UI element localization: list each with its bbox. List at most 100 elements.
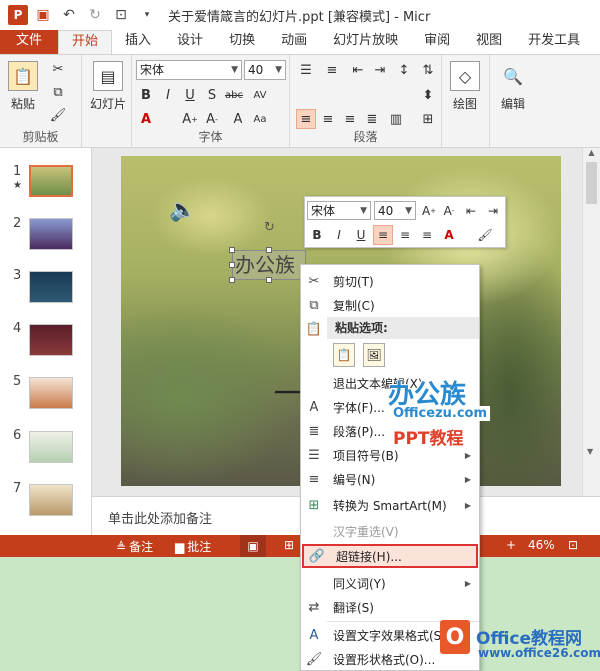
font-name-combo[interactable]: 宋体 ▼ (136, 60, 242, 80)
tab-home[interactable]: 开始 (58, 30, 113, 54)
underline-icon[interactable]: U (180, 85, 200, 105)
underline-icon[interactable]: U (351, 225, 371, 245)
customize-qat-icon[interactable]: ▾ (136, 4, 158, 26)
title-textbox[interactable]: 办公族 (232, 250, 306, 280)
resize-handle[interactable] (229, 277, 235, 283)
tab-file[interactable]: 文件 (0, 30, 59, 54)
font-color-icon[interactable]: A (136, 109, 156, 129)
scroll-thumb[interactable] (586, 162, 597, 204)
tab-view[interactable]: 视图 (463, 30, 515, 54)
save-icon[interactable]: ▣ (32, 4, 54, 26)
increase-font-icon[interactable]: A + (419, 201, 439, 221)
title-bar: P ▣ ↶ ↻ ⊡ ▾ 关于爱情箴言的幻灯片.ppt [兼容模式] - Micr (0, 0, 600, 30)
slide-thumbnail[interactable] (29, 165, 73, 197)
format-painter-icon[interactable]: 🖌 (475, 225, 495, 245)
menu-item-synonyms[interactable]: 同义词(Y) ▶ (301, 571, 479, 595)
slideshow-from-start-icon[interactable]: ⊡ (110, 4, 132, 26)
menu-item-numbering[interactable]: ≡ 编号(N) ▶ (301, 467, 479, 491)
mini-font-name-combo[interactable]: 宋体 ▼ (307, 201, 371, 220)
speaker-icon[interactable]: 🔈 (169, 198, 196, 223)
paste-button[interactable]: 📋 粘贴 (8, 61, 38, 112)
resize-handle[interactable] (229, 262, 235, 268)
menu-item-copy[interactable]: ⧉ 复制(C) (301, 293, 479, 317)
resize-handle[interactable] (266, 247, 272, 253)
decrease-indent-icon[interactable]: ⇤ (348, 60, 368, 80)
bold-icon[interactable]: B (307, 225, 327, 245)
slide-thumbnail[interactable] (29, 484, 73, 516)
tab-insert[interactable]: 插入 (112, 30, 164, 54)
resize-handle[interactable] (266, 277, 272, 283)
columns-icon[interactable]: ▥ (386, 109, 406, 129)
tab-design[interactable]: 设计 (164, 30, 216, 54)
change-case-icon[interactable]: Aa (250, 109, 270, 129)
decrease-font-icon[interactable]: A- (439, 201, 459, 221)
paste-keep-formatting-icon[interactable]: 📋 (333, 343, 355, 367)
resize-handle[interactable] (229, 247, 235, 253)
mini-font-size-combo[interactable]: 40 ▼ (374, 201, 416, 220)
tab-review[interactable]: 审阅 (411, 30, 463, 54)
shadow-icon[interactable]: S (202, 85, 222, 105)
decrease-indent-icon[interactable]: ⇤ (461, 201, 481, 221)
thumb-number: 4 (13, 321, 22, 336)
copy-icon[interactable]: ⧉ (48, 82, 68, 102)
text-direction-icon[interactable]: ⇅ (418, 60, 438, 80)
menu-item-cut[interactable]: ✂ 剪切(T) (301, 269, 479, 293)
align-right-icon[interactable]: ≡ (340, 109, 360, 129)
menu-item-translate[interactable]: ⇄ 翻译(S) (301, 595, 479, 619)
clear-format-icon[interactable]: A (228, 109, 248, 129)
format-painter-icon[interactable]: 🖌 (48, 105, 68, 125)
slide-thumbnail[interactable] (29, 271, 73, 303)
align-center-icon[interactable]: ≡ (318, 109, 338, 129)
align-center-icon[interactable]: ≡ (395, 225, 415, 245)
normal-view-icon[interactable]: ▣ (240, 535, 266, 557)
strikethrough-icon[interactable]: abc (224, 85, 244, 105)
vertical-scrollbar[interactable]: ▲ ▼ (582, 148, 600, 496)
decrease-font-icon[interactable]: A- (202, 109, 222, 129)
editing-button[interactable]: 🔍 编辑 (498, 61, 528, 112)
italic-icon[interactable]: I (158, 85, 178, 105)
slide-thumbnail[interactable] (29, 377, 73, 409)
increase-font-icon[interactable]: A + (180, 109, 200, 129)
scroll-down-icon[interactable]: ▼ (587, 447, 593, 456)
italic-icon[interactable]: I (329, 225, 349, 245)
new-slide-button[interactable]: ▤ 幻灯片 (90, 61, 126, 112)
line-spacing-icon[interactable]: ↕ (394, 60, 414, 80)
zoom-in-icon[interactable]: + (506, 538, 516, 552)
slide-sorter-view-icon[interactable]: ⊞ (284, 538, 294, 552)
tab-animations[interactable]: 动画 (268, 30, 320, 54)
menu-item-hanzi-reconvert[interactable]: 汉字重选(V) (301, 519, 479, 543)
align-right-icon[interactable]: ≡ (417, 225, 437, 245)
tab-slideshow[interactable]: 幻灯片放映 (320, 30, 411, 54)
paste-as-picture-icon[interactable]: 🖼 (363, 343, 385, 367)
font-color-icon[interactable]: A (439, 225, 459, 245)
tab-transitions[interactable]: 切换 (216, 30, 268, 54)
tab-developer[interactable]: 开发工具 (515, 30, 593, 54)
menu-item-hyperlink[interactable]: 🔗 超链接(H)... (302, 544, 478, 568)
increase-indent-icon[interactable]: ⇥ (483, 201, 503, 221)
slide-thumbnail[interactable] (29, 218, 73, 250)
fit-to-window-icon[interactable]: ⊡ (568, 538, 578, 552)
char-spacing-icon[interactable]: AV (250, 85, 270, 105)
notes-toggle-button[interactable]: ≜ 备注 (116, 538, 153, 555)
align-left-icon[interactable]: ≡ (373, 225, 393, 245)
font-size-combo[interactable]: 40 ▼ (244, 60, 286, 80)
menu-item-smartart[interactable]: ⊞ 转换为 SmartArt(M) ▶ (301, 493, 479, 517)
justify-icon[interactable]: ≣ (362, 109, 382, 129)
slide-thumbnail[interactable] (29, 324, 73, 356)
bold-icon[interactable]: B (136, 85, 156, 105)
align-text-icon[interactable]: ⬍ (418, 85, 438, 105)
drawing-button[interactable]: ◇ 绘图 (450, 61, 480, 112)
undo-icon[interactable]: ↶ (58, 4, 80, 26)
rotate-handle-icon[interactable]: ↻ (264, 220, 275, 235)
comments-toggle-button[interactable]: ▆ 批注 (175, 538, 211, 555)
scroll-up-icon[interactable]: ▲ (583, 148, 600, 157)
numbering-icon[interactable]: ≡ (322, 60, 342, 80)
increase-indent-icon[interactable]: ⇥ (370, 60, 390, 80)
zoom-level[interactable]: 46% (528, 538, 555, 552)
cut-icon[interactable]: ✂ (48, 59, 68, 79)
slide-thumbnail[interactable] (29, 431, 73, 463)
redo-icon[interactable]: ↻ (84, 4, 106, 26)
smartart-convert-icon[interactable]: ⊞ (418, 109, 438, 129)
bullets-icon[interactable]: ☰ (296, 60, 316, 80)
align-left-icon[interactable]: ≡ (296, 109, 316, 129)
